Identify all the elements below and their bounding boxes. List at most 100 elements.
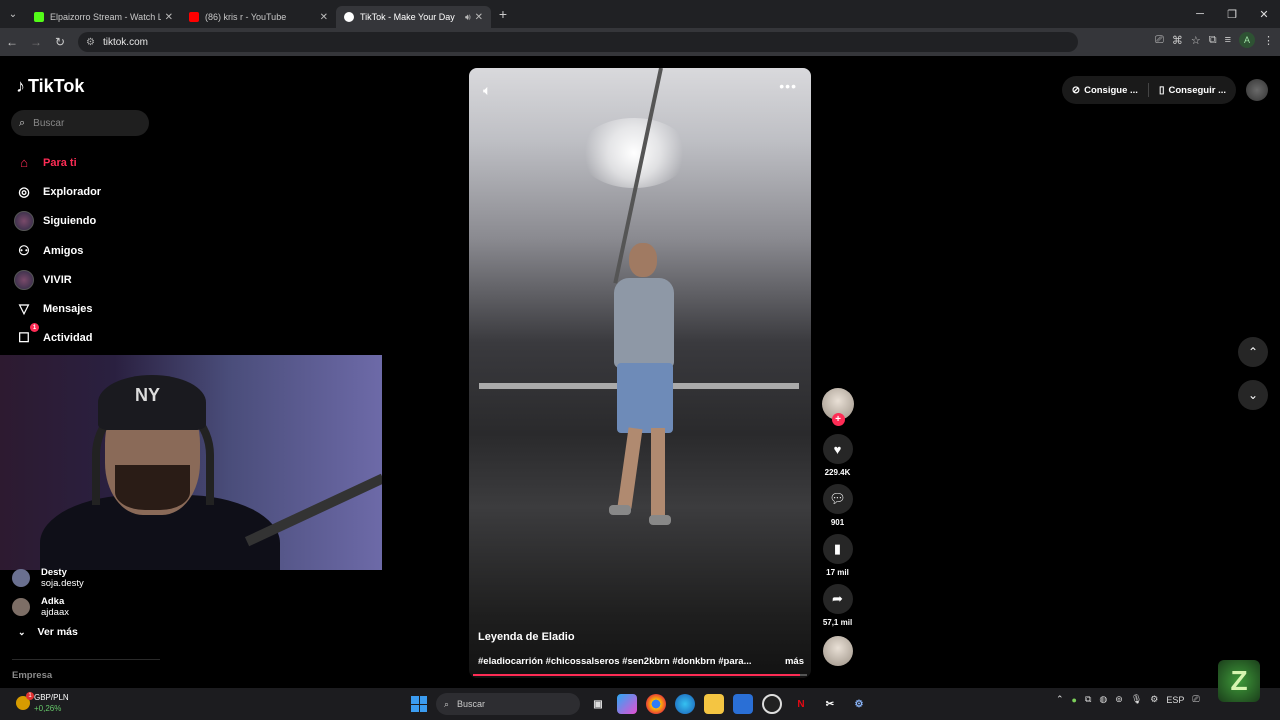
user-avatar[interactable] — [1246, 79, 1268, 101]
tiktok-note-icon: ♪ — [16, 76, 25, 96]
send-icon: ▽ — [19, 301, 29, 317]
reload-icon[interactable]: ↻ — [48, 35, 72, 49]
nav-item-explorador[interactable]: ◎ Explorador — [14, 177, 101, 206]
webcam-overlay: NY — [0, 355, 382, 570]
home-icon: ⌂ — [20, 155, 28, 171]
obs-icon[interactable] — [762, 694, 782, 714]
taskbar-search-input[interactable]: ⌕ Buscar — [436, 693, 580, 715]
stock-widget[interactable]: GBP/PLN +0,26% — [16, 692, 69, 714]
new-tab-button[interactable]: + — [491, 6, 515, 22]
creator-avatar[interactable]: + — [821, 388, 854, 426]
site-info-icon[interactable]: ⚙ — [86, 37, 95, 48]
extensions-icon[interactable]: ⧉ — [1209, 34, 1217, 47]
back-icon[interactable]: ← — [0, 35, 24, 49]
tab-youtube[interactable]: (86) kris r - YouTube ✕ — [181, 6, 336, 28]
following-item[interactable]: Adka ajdaax — [12, 592, 84, 621]
minimize-icon[interactable]: ─ — [1184, 0, 1216, 28]
more-options-icon[interactable]: ••• — [779, 78, 797, 94]
following-item[interactable]: Desty soja.desty — [12, 563, 84, 592]
nav-item-para-ti[interactable]: ⌂ Para ti — [14, 148, 101, 177]
tab-tiktok[interactable]: TikTok - Make Your Day 🔊︎ ✕ — [336, 6, 491, 28]
nav-item-mensajes[interactable]: ▽ Mensajes — [14, 294, 101, 323]
settings-icon[interactable]: ⚙ — [849, 694, 869, 714]
logo-text: TikTok — [28, 76, 85, 96]
nav-item-amigos[interactable]: ⚇ Amigos — [14, 236, 101, 265]
url-field[interactable]: ⚙ tiktok.com — [78, 32, 1078, 52]
comment-action[interactable]: 💬︎ 901 — [822, 484, 853, 530]
tray-app-icon[interactable]: ⊚ — [1115, 694, 1123, 705]
tray-app-icon[interactable]: ◍ — [1099, 694, 1107, 705]
close-tab-icon[interactable]: ✕ — [165, 12, 173, 23]
maximize-icon[interactable]: ❐ — [1216, 0, 1248, 28]
close-tab-icon[interactable]: ✕ — [475, 12, 483, 23]
video-player[interactable]: 🔈︎ ••• Leyenda de Eladio #eladiocarrión … — [469, 68, 811, 678]
close-window-icon[interactable]: ✕ — [1248, 0, 1280, 28]
tray-app-icon[interactable]: ● — [1072, 695, 1077, 705]
mic-icon[interactable]: 🎙︎ — [1131, 694, 1142, 705]
tiktok-logo[interactable]: ♪ TikTok — [16, 76, 84, 97]
nav-item-actividad[interactable]: ☐ Actividad — [14, 323, 101, 353]
video-author[interactable]: Leyenda de Eladio — [478, 631, 575, 643]
close-tab-icon[interactable]: ✕ — [320, 12, 328, 23]
search-input[interactable]: ⌕ Buscar — [11, 110, 149, 136]
chrome-icon[interactable] — [646, 694, 666, 714]
forward-icon[interactable]: → — [24, 35, 48, 49]
divider — [12, 659, 160, 660]
see-more-button[interactable]: ⌄ Ver más — [18, 626, 78, 638]
comment-count: 901 — [830, 518, 845, 527]
account-name: Desty — [41, 566, 67, 578]
nav-label: Explorador — [43, 185, 102, 198]
capcut-icon[interactable]: ✂ — [820, 694, 840, 714]
nav-item-vivir[interactable]: VIVIR — [14, 265, 101, 294]
share-icon[interactable]: ➦ — [822, 584, 853, 614]
singer-leg — [617, 427, 643, 509]
windows-start-icon[interactable] — [411, 696, 427, 712]
sound-avatar[interactable] — [822, 636, 853, 666]
save-action[interactable]: ▮ 17 mil — [822, 534, 853, 580]
comment-icon[interactable]: 💬︎ — [822, 484, 853, 514]
speaker-icon[interactable]: 🔊︎ — [465, 12, 471, 23]
get-app-button[interactable]: Consigue ... — [1084, 85, 1138, 96]
like-action[interactable]: ♥ 229.4K — [822, 434, 853, 480]
profile-avatar[interactable]: A — [1239, 32, 1255, 48]
tab-kick[interactable]: Elpaizorro Stream - Watch Live ✕ — [26, 6, 181, 28]
nav-label: Siguiendo — [43, 215, 97, 228]
task-view-icon[interactable]: ▣ — [588, 694, 608, 714]
top-right-actions: ⊘ Consigue ... ▯ Conseguir ... — [1061, 76, 1268, 104]
store-icon[interactable] — [733, 694, 753, 714]
language-indicator[interactable]: ESP — [1166, 695, 1184, 705]
follow-plus-icon[interactable]: + — [831, 413, 845, 426]
video-progress-bar[interactable] — [473, 674, 807, 676]
previous-video-button[interactable]: ⌃ — [1238, 337, 1268, 367]
translate-icon[interactable]: ⌘ — [1172, 34, 1183, 47]
reading-list-icon[interactable]: ≡ — [1225, 34, 1231, 46]
share-action[interactable]: ➦ 57,1 mil — [822, 584, 853, 630]
currency-icon — [16, 692, 34, 710]
footer-link-empresa[interactable]: Empresa — [12, 670, 52, 681]
nav-item-siguiendo[interactable]: Siguiendo — [14, 207, 101, 236]
caption-more-button[interactable]: más — [785, 656, 804, 667]
file-explorer-icon[interactable] — [704, 694, 724, 714]
mic-arm — [244, 473, 382, 547]
get-coins-button[interactable]: Conseguir ... — [1168, 85, 1226, 96]
taskbar-search-placeholder: Buscar — [457, 699, 486, 709]
tab-search-icon[interactable]: ⌄ — [0, 0, 26, 28]
heart-icon[interactable]: ♥ — [822, 434, 853, 464]
live-avatar-icon — [14, 269, 34, 290]
caption-text[interactable]: #eladiocarrión #chicossalseros #sen2kbrn… — [478, 656, 781, 667]
tray-app-icon[interactable]: ⧉ — [1085, 694, 1091, 705]
network-icon[interactable]: ⎚ — [1192, 694, 1199, 705]
browser-menu-icon[interactable]: ⋮ — [1263, 34, 1274, 47]
volume-icon[interactable]: 🔈︎ — [483, 82, 491, 99]
singer-head — [629, 243, 657, 277]
netflix-icon[interactable]: N — [791, 694, 811, 714]
cast-icon[interactable]: ⎚ — [1155, 34, 1164, 47]
edge-icon[interactable] — [675, 694, 695, 714]
bookmark-icon[interactable]: ▮ — [822, 534, 853, 564]
tray-chevron-up-icon[interactable]: ⌃ — [1056, 694, 1064, 705]
tray-app-icon[interactable]: ⚙ — [1150, 694, 1158, 705]
copilot-icon[interactable] — [617, 694, 637, 714]
next-video-button[interactable]: ⌄ — [1238, 380, 1268, 410]
singer-shoe — [609, 505, 631, 515]
star-icon[interactable]: ☆ — [1191, 34, 1201, 47]
